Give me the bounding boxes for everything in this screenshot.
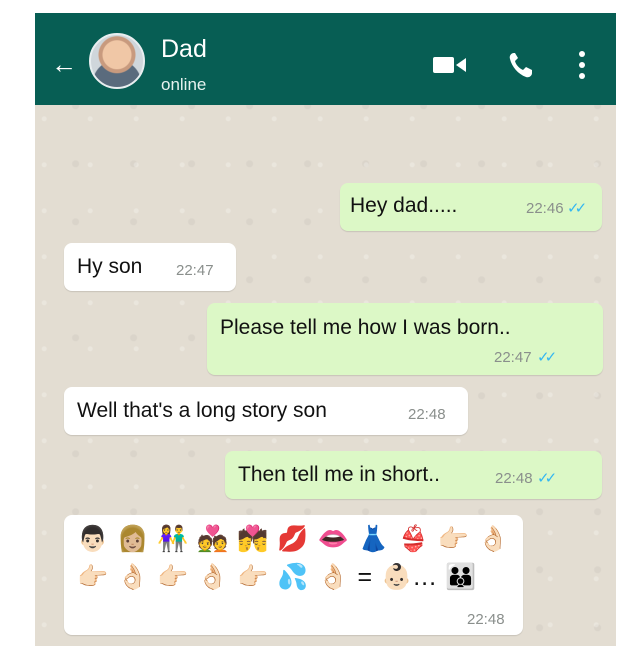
message-bubble-outgoing[interactable]: Please tell me how I was born.. 22:47 ✓✓ [207, 303, 603, 375]
read-receipt-icon: ✓✓ [537, 470, 557, 487]
message-time: 22:46 [526, 200, 564, 217]
video-call-icon[interactable] [433, 54, 467, 76]
message-time: 22:47 [494, 349, 532, 366]
message-time: 22:48 [408, 406, 446, 423]
read-receipt-icon: ✓✓ [567, 200, 587, 217]
message-bubble-outgoing[interactable]: Hey dad..... 22:46 ✓✓ [340, 183, 602, 231]
message-text: Please tell me how I was born.. [220, 316, 511, 339]
message-bubble-incoming[interactable]: 👨🏻 👩🏼 👫 💑 💏 💋 👄 👗 👙 👉🏻 👌🏻 👉🏻 👌🏻 👉🏻 👌🏻 👉🏻… [64, 515, 523, 635]
contact-name[interactable]: Dad [161, 35, 207, 64]
message-time: 22:48 [495, 470, 533, 487]
message-bubble-outgoing[interactable]: Then tell me in short.. 22:48 ✓✓ [225, 451, 602, 499]
chat-screen: ← Dad online Hey dad..... 22:46 ✓✓ Hy so… [35, 13, 616, 646]
phone-icon[interactable] [508, 51, 534, 79]
emoji-line: 👉🏻 👌🏻 👉🏻 👌🏻 👉🏻 💦 👌🏻 = 👶🏻... 👪 [77, 563, 478, 591]
message-time: 22:47 [176, 262, 214, 279]
emoji-line: 👨🏻 👩🏼 👫 💑 💏 💋 👄 👗 👙 👉🏻 👌🏻 [77, 525, 510, 553]
message-text: Hey dad..... [350, 194, 458, 217]
read-receipt-icon: ✓✓ [537, 349, 557, 366]
message-text: Hy son [77, 255, 143, 278]
more-vert-icon[interactable] [578, 49, 586, 81]
contact-status: online [161, 75, 207, 94]
message-bubble-incoming[interactable]: Hy son 22:47 [64, 243, 236, 291]
message-time: 22:48 [467, 611, 505, 628]
avatar[interactable] [89, 33, 145, 89]
message-text: Then tell me in short.. [238, 463, 440, 486]
message-bubble-incoming[interactable]: Well that's a long story son 22:48 [64, 387, 468, 435]
message-text: Well that's a long story son [77, 399, 327, 422]
back-arrow-icon[interactable]: ← [51, 51, 77, 77]
chat-header: ← Dad online [35, 13, 616, 105]
